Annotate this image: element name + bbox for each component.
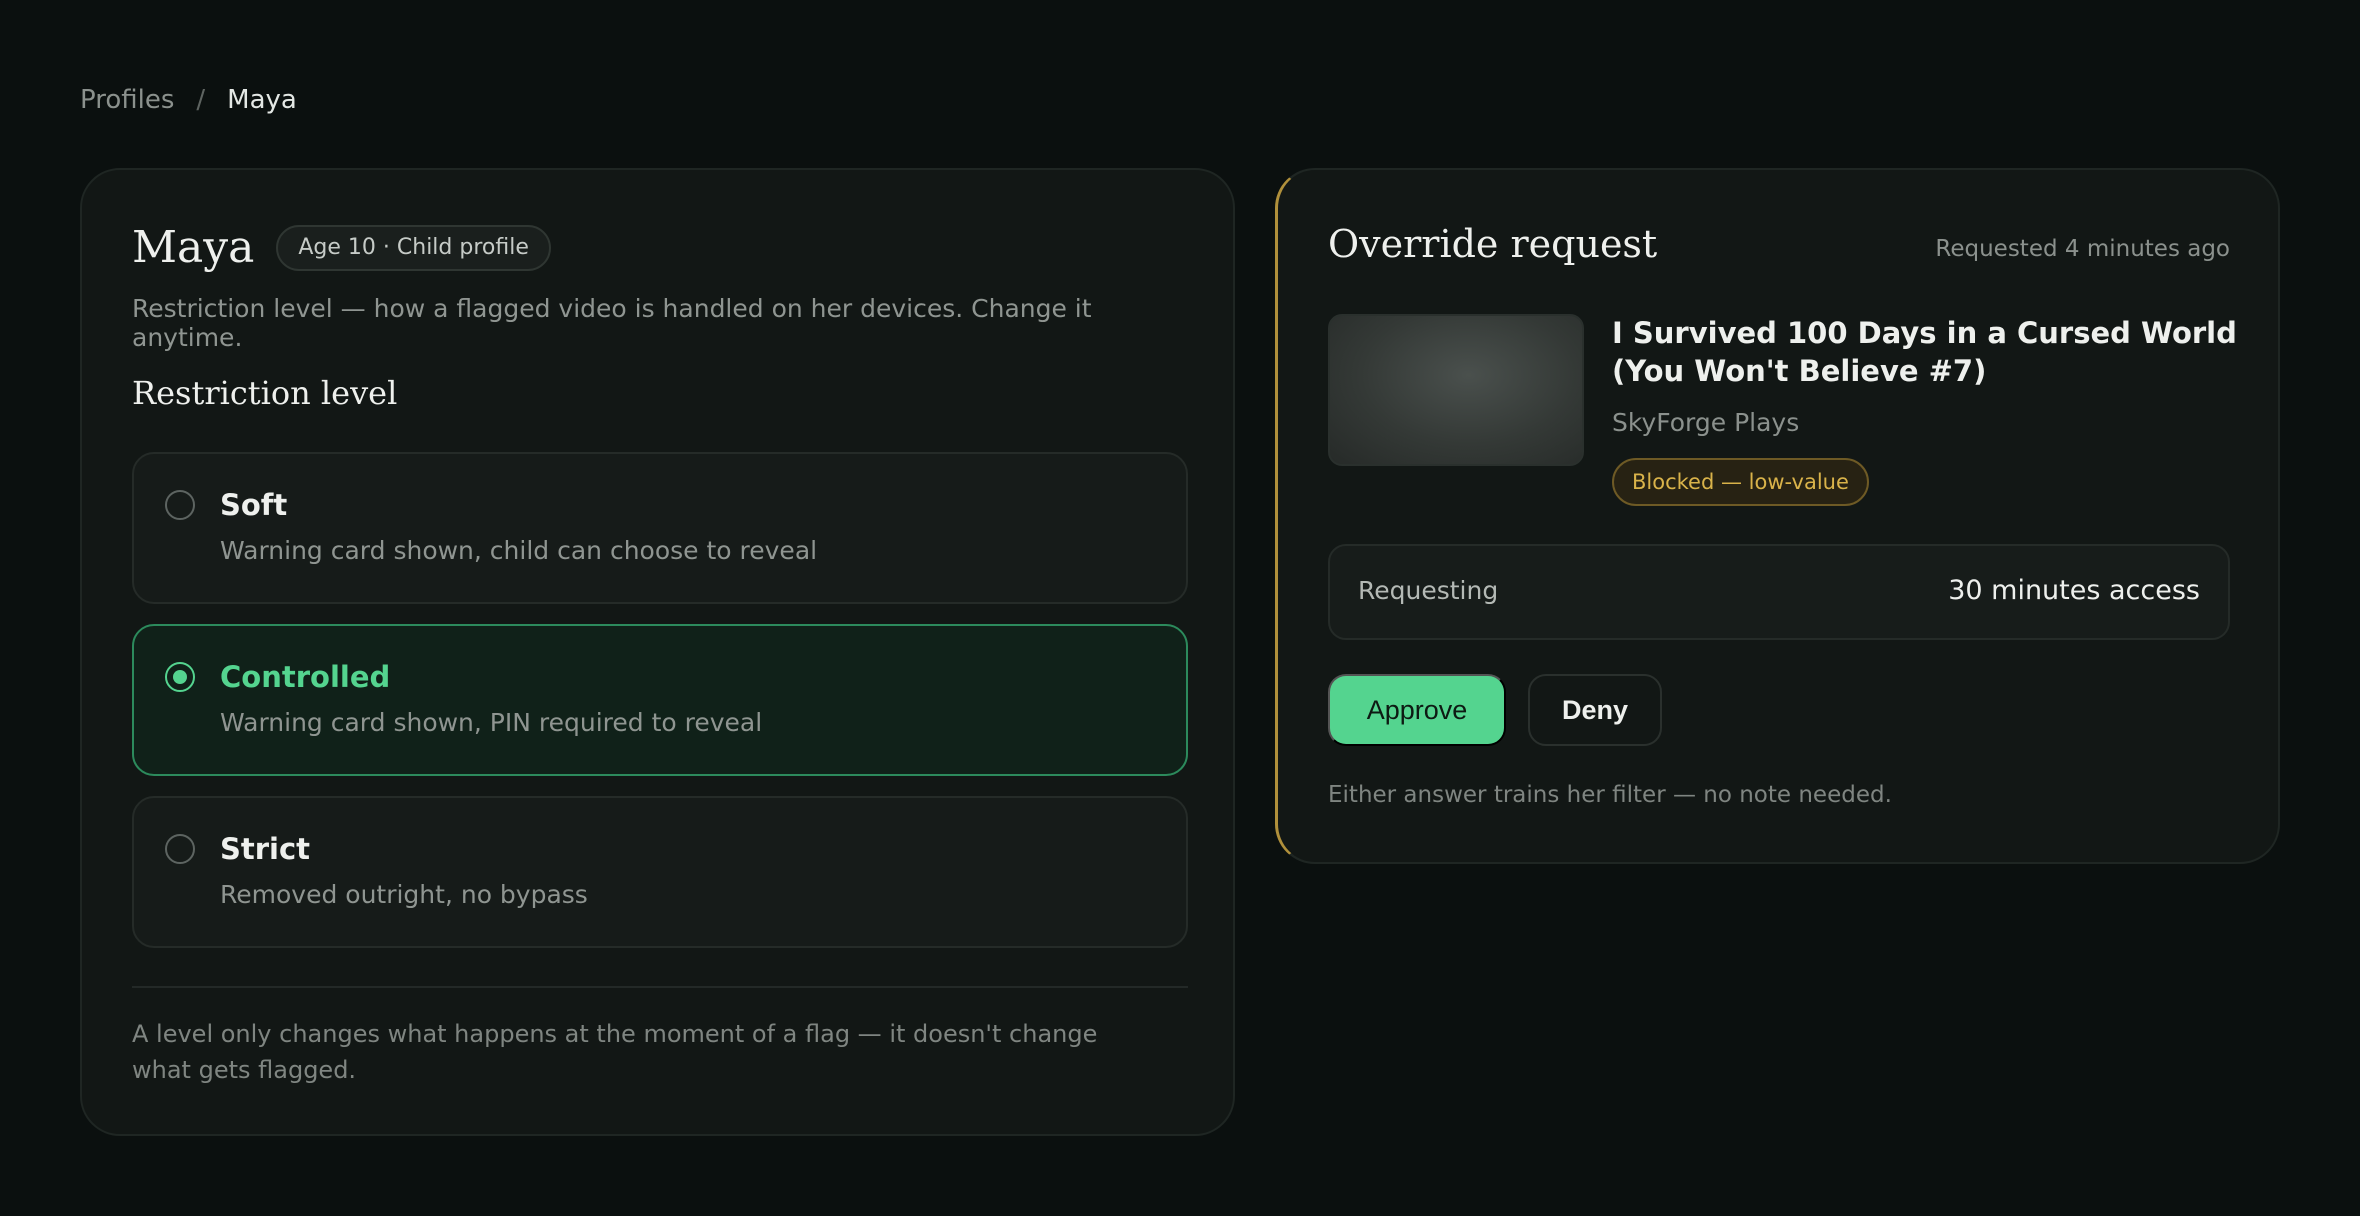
profile-description: Restriction level — how a flagged video … xyxy=(132,294,1092,352)
radio-button-controlled[interactable] xyxy=(165,662,195,692)
video-title: I Survived 100 Days in a Cursed World (Y… xyxy=(1612,316,2237,388)
restriction-option-soft[interactable]: Soft Warning card shown, child can choos… xyxy=(132,452,1188,604)
radio-button-strict[interactable] xyxy=(165,834,195,864)
video-thumbnail xyxy=(1328,314,1584,466)
option-description: Warning card shown, child can choose to … xyxy=(220,536,818,565)
restriction-option-controlled[interactable]: Controlled Warning card shown, PIN requi… xyxy=(132,624,1188,776)
page: Profiles / Maya Maya Age 10 · Child prof… xyxy=(0,0,2360,1216)
override-request-title: Override request xyxy=(1328,222,1658,266)
radio-selected-dot xyxy=(173,670,187,684)
radio-button-soft[interactable] xyxy=(165,490,195,520)
requesting-value: 30 minutes access xyxy=(1948,575,2200,606)
restriction-footnote: A level only changes what happens at the… xyxy=(132,1020,1098,1084)
option-description: Removed outright, no bypass xyxy=(220,880,588,909)
requesting-label: Requesting xyxy=(1358,576,1499,605)
breadcrumb: Profiles / Maya xyxy=(80,80,297,120)
option-description: Warning card shown, PIN required to reve… xyxy=(220,708,763,737)
override-request-card: Override request Requested 4 minutes ago… xyxy=(1275,168,2280,864)
option-title: Controlled xyxy=(220,660,391,694)
decision-hint: Either answer trains her filter — no not… xyxy=(1328,782,1892,808)
profile-name: Maya xyxy=(132,222,255,273)
divider xyxy=(132,986,1188,988)
approve-button[interactable]: Approve xyxy=(1328,674,1506,746)
requested-timestamp: Requested 4 minutes ago xyxy=(1935,236,2230,262)
option-title: Strict xyxy=(220,832,311,866)
profile-header: Maya Age 10 · Child profile xyxy=(132,222,551,273)
restriction-option-strict[interactable]: Strict Removed outright, no bypass xyxy=(132,796,1188,948)
deny-button[interactable]: Deny xyxy=(1528,674,1662,746)
profile-settings-card: Maya Age 10 · Child profile Restriction … xyxy=(80,168,1235,1136)
section-title-restriction-level: Restriction level xyxy=(132,374,398,412)
breadcrumb-current: Maya xyxy=(227,85,297,115)
age-badge: Age 10 · Child profile xyxy=(276,224,551,271)
video-channel: SkyForge Plays xyxy=(1612,408,1800,437)
status-badge: Blocked — low-value xyxy=(1612,458,1869,506)
option-title: Soft xyxy=(220,488,288,522)
breadcrumb-profiles-link[interactable]: Profiles xyxy=(80,85,174,115)
restriction-options: Soft Warning card shown, child can choos… xyxy=(132,452,1188,968)
requesting-summary: Requesting 30 minutes access xyxy=(1328,544,2230,640)
breadcrumb-separator: / xyxy=(196,85,206,115)
